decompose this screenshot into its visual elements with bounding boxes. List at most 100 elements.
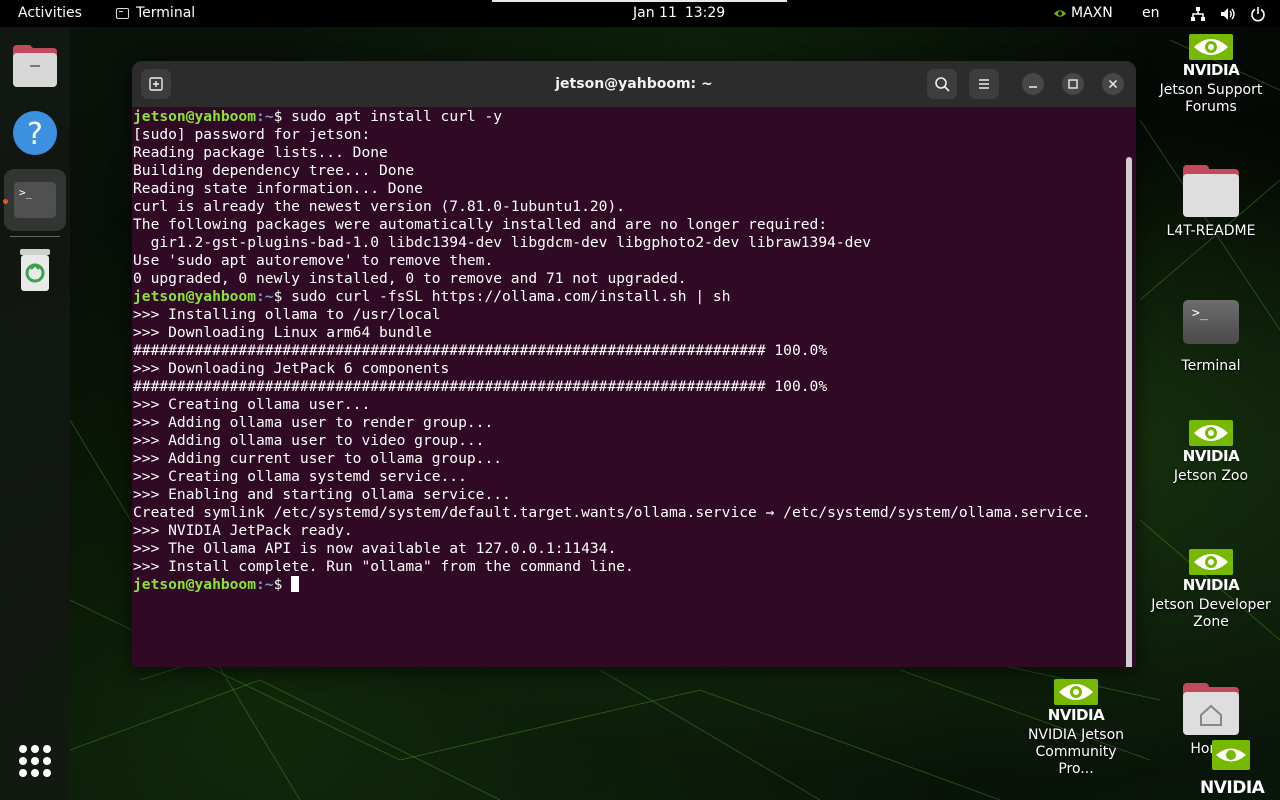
close-button[interactable]	[1102, 73, 1124, 95]
terminal-output-line: Building dependency tree... Done	[133, 162, 1091, 180]
prompt-path: :~	[256, 576, 274, 593]
terminal-output-line: 0 upgraded, 0 newly installed, 0 to remo…	[133, 270, 1091, 288]
line-text: >>> Enabling and starting ollama service…	[133, 486, 511, 503]
desktop-icon-terminal[interactable]: >_ Terminal	[1151, 300, 1271, 375]
search-button[interactable]	[927, 69, 957, 99]
top-bar: Activities Terminal Jan 11 13:29 MAXN en	[0, 0, 1280, 27]
new-tab-icon	[149, 77, 163, 91]
line-text: >>> Creating ollama user...	[133, 396, 371, 413]
app-menu-button[interactable]: Terminal	[116, 0, 195, 27]
home-icon	[1200, 704, 1222, 726]
text-cursor	[291, 576, 300, 592]
apps-grid-dot	[19, 757, 27, 765]
nvidia-wordmark: NVIDIA	[1182, 576, 1240, 594]
window-headerbar[interactable]: jetson@yahboom: ~	[132, 61, 1136, 107]
prompt-user: jetson@yahboom	[133, 288, 257, 305]
terminal-icon: >_	[1183, 300, 1239, 344]
terminal-icon: >_	[14, 182, 56, 218]
line-text: >>> Creating ollama systemd service...	[133, 468, 467, 485]
line-text: sudo apt install curl -y	[291, 108, 503, 125]
dock-trash[interactable]	[4, 239, 66, 301]
clock-button[interactable]: Jan 11 13:29	[633, 0, 725, 27]
desktop-icon-label: Terminal	[1181, 358, 1241, 374]
line-text: Use 'sudo apt autoremove' to remove them…	[133, 252, 494, 269]
terminal-output-line: >>> Install complete. Run "ollama" from …	[133, 558, 1091, 576]
dock: ? >_	[0, 27, 70, 800]
prompt-path: :~	[256, 288, 274, 305]
line-text: [sudo] password for jetson:	[133, 126, 371, 143]
terminal-output-line: >>> Adding current user to ollama group.…	[133, 450, 1091, 468]
apps-grid-dot	[31, 757, 39, 765]
maximize-icon	[1068, 79, 1078, 89]
power-mode-indicator[interactable]: MAXN	[1053, 0, 1113, 27]
line-text: The following packages were automaticall…	[133, 216, 828, 233]
nvidia-logo-icon: NVIDIA	[1180, 419, 1242, 465]
terminal-window[interactable]: jetson@yahboom: ~ jetson@yahboom:~$ sudo…	[132, 61, 1136, 667]
desktop-icon-community[interactable]: NVIDIA NVIDIA Jetson Community Pro...	[1016, 678, 1136, 778]
desktop-icon-l4t-readme[interactable]: L4T-README	[1151, 165, 1271, 240]
terminal-glyph: >_	[1192, 306, 1208, 321]
line-text: >>> NVIDIA JetPack ready.	[133, 522, 353, 539]
hamburger-menu-icon	[979, 79, 989, 89]
language-indicator[interactable]: en	[1142, 0, 1160, 27]
line-text: >>> Downloading JetPack 6 components	[133, 360, 450, 377]
desktop-icon-developer-zone[interactable]: NVIDIA Jetson Developer Zone	[1151, 548, 1271, 631]
line-text: 0 upgraded, 0 newly installed, 0 to remo…	[133, 270, 687, 287]
dock-separator	[10, 236, 60, 237]
line-text: sudo curl -fsSL https://ollama.com/insta…	[291, 288, 731, 305]
desktop-icon-jetson-zoo[interactable]: NVIDIA Jetson Zoo	[1151, 419, 1271, 485]
volume-icon	[1221, 8, 1235, 20]
dock-terminal[interactable]: >_	[4, 169, 66, 231]
maximize-button[interactable]	[1062, 73, 1084, 95]
terminal-output-line: curl is already the newest version (7.81…	[133, 198, 1091, 216]
desktop-icon-label: Jetson Support Forums	[1159, 82, 1263, 115]
line-text: Building dependency tree... Done	[133, 162, 415, 179]
terminal-text: jetson@yahboom:~$ sudo apt install curl …	[133, 108, 1091, 594]
nvidia-wordmark: NVIDIA	[1047, 706, 1105, 724]
line-text: Reading state information... Done	[133, 180, 423, 197]
system-tray[interactable]	[1190, 6, 1266, 22]
terminal-output-line: >>> Creating ollama systemd service...	[133, 468, 1091, 486]
prompt-symbol: $	[273, 576, 292, 593]
apps-grid-dot	[43, 769, 51, 777]
desktop-icon-support-forums[interactable]: NVIDIA Jetson Support Forums	[1151, 33, 1271, 116]
line-text: gir1.2-gst-plugins-bad-1.0 libdc1394-dev…	[133, 234, 872, 251]
dock-help[interactable]: ?	[4, 102, 66, 164]
activities-button[interactable]: Activities	[18, 0, 82, 27]
nvidia-logo-icon: NVIDIA	[1045, 678, 1107, 724]
prompt-user: jetson@yahboom	[133, 576, 257, 593]
desktop-icon-label: L4T-README	[1166, 223, 1256, 239]
new-tab-button[interactable]	[141, 69, 171, 99]
minimize-button[interactable]	[1022, 73, 1044, 95]
terminal-output-line: gir1.2-gst-plugins-bad-1.0 libdc1394-dev…	[133, 234, 1091, 252]
search-icon	[935, 77, 950, 92]
terminal-command-line: jetson@yahboom:~$ sudo curl -fsSL https:…	[133, 288, 1091, 306]
terminal-scrollbar[interactable]	[1126, 157, 1132, 667]
dock-files[interactable]	[4, 35, 66, 97]
line-text: >>> Installing ollama to /usr/local	[133, 306, 441, 323]
terminal-output-line: ########################################…	[133, 378, 1091, 396]
clock-time: 13:29	[684, 5, 726, 21]
terminal-glyph: >_	[19, 186, 33, 199]
power-mode-label: MAXN	[1071, 5, 1113, 21]
menu-button[interactable]	[969, 69, 999, 99]
files-icon	[13, 45, 57, 87]
terminal-output-line: Reading package lists... Done	[133, 144, 1091, 162]
terminal-output-line: Reading state information... Done	[133, 180, 1091, 198]
terminal-output-line: >>> Adding ollama user to video group...	[133, 432, 1091, 450]
line-text: Created symlink /etc/systemd/system/defa…	[133, 504, 1091, 521]
nvidia-logo-icon: NVIDIA	[1180, 33, 1242, 79]
terminal-output-line: Created symlink /etc/systemd/system/defa…	[133, 504, 1091, 522]
terminal-output[interactable]: jetson@yahboom:~$ sudo apt install curl …	[132, 107, 1136, 667]
line-text: ########################################…	[133, 342, 828, 359]
power-icon	[1251, 7, 1265, 22]
line-text: >>> Adding current user to ollama group.…	[133, 450, 503, 467]
prompt-symbol: $	[273, 108, 292, 125]
terminal-command-line: jetson@yahboom:~$	[133, 576, 1091, 594]
folder-icon	[1183, 165, 1239, 217]
terminal-output-line: >>> Installing ollama to /usr/local	[133, 306, 1091, 324]
terminal-output-line: The following packages were automaticall…	[133, 216, 1091, 234]
line-text: >>> Install complete. Run "ollama" from …	[133, 558, 634, 575]
line-text: curl is already the newest version (7.81…	[133, 198, 626, 215]
show-applications-button[interactable]	[19, 745, 51, 777]
